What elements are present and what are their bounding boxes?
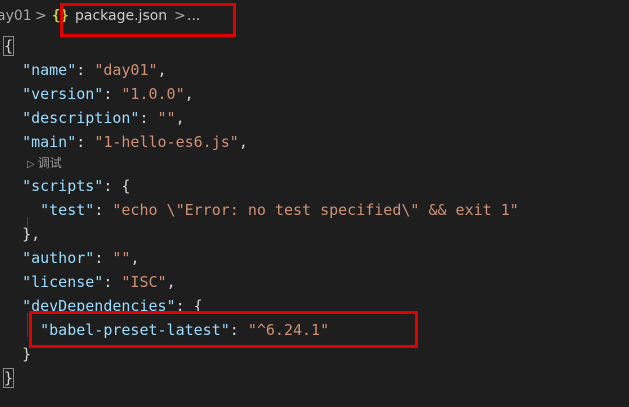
code-line: "main": "1-hello-es6.js",: [22, 133, 248, 151]
code-line: }: [2, 366, 15, 390]
debug-codelens[interactable]: ▷ 调试: [27, 153, 62, 173]
json-value: "": [157, 109, 176, 127]
code-line: {: [2, 34, 15, 58]
breadcrumb-folder[interactable]: ay01: [0, 8, 32, 24]
json-key: "main": [22, 133, 77, 151]
code-editor[interactable]: { "name": "day01", "version": "1.0.0", "…: [0, 33, 629, 407]
json-punct: },: [22, 225, 41, 243]
json-value: "ISC": [121, 273, 167, 291]
json-key: "name": [22, 61, 77, 79]
code-line: "test": "echo \"Error: no test specified…: [40, 201, 519, 219]
code-line: "version": "1.0.0",: [22, 85, 194, 103]
code-line: "description": "",: [22, 109, 185, 127]
code-line: },: [4, 222, 40, 246]
play-icon: ▷: [27, 159, 35, 170]
editor-window: ay01 > {} package.json > ... { "name": "…: [0, 0, 629, 407]
code-line: "license": "ISC",: [22, 273, 176, 291]
json-value: "1.0.0": [121, 85, 185, 103]
bracket-match: {: [2, 36, 15, 56]
json-value: "": [112, 249, 131, 267]
code-line: "scripts": {: [22, 177, 131, 195]
highlight-box: [60, 3, 236, 37]
json-key: "author": [22, 249, 95, 267]
code-line: }: [4, 342, 31, 366]
json-key: "test": [40, 201, 95, 219]
highlight-box: [29, 311, 418, 348]
codelens-label: 调试: [37, 156, 62, 170]
bracket-match: }: [2, 368, 15, 388]
json-key: "scripts": [22, 177, 104, 195]
json-key: "version": [22, 85, 104, 103]
code-line: "name": "day01",: [22, 61, 167, 79]
json-value: "echo \"Error: no test specified\" && ex…: [112, 201, 519, 219]
code-line: "author": "",: [22, 249, 140, 267]
chevron-right-icon: >: [35, 8, 47, 24]
json-value: "1-hello-es6.js": [94, 133, 239, 151]
json-key: "description": [22, 109, 140, 127]
json-value: "day01": [94, 61, 158, 79]
json-key: "license": [22, 273, 104, 291]
